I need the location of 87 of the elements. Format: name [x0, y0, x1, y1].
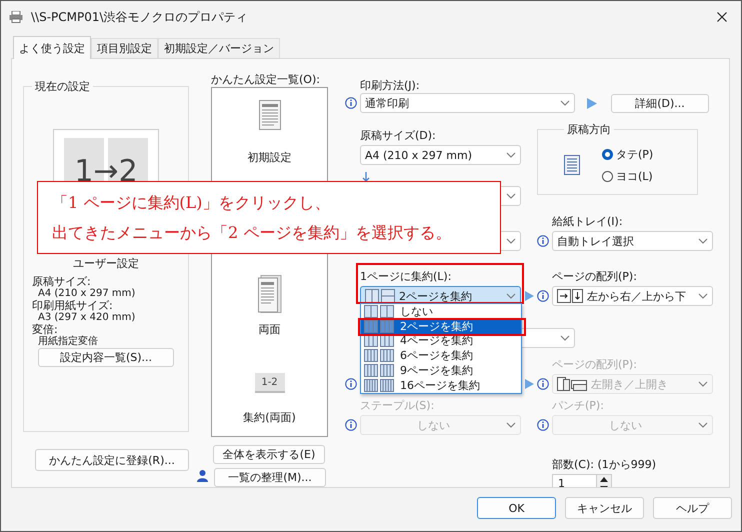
- chevron-icon: [698, 238, 708, 244]
- chevron-icon: [560, 100, 570, 106]
- tab[interactable]: よく使う設定: [13, 36, 91, 59]
- group-title: 現在の設定: [34, 80, 91, 93]
- detail-value: 用紙指定変倍: [37, 336, 99, 348]
- chevron-icon: [506, 422, 516, 428]
- field-label: 印刷方法(J):: [360, 79, 421, 92]
- tab[interactable]: 項目別設定: [91, 38, 158, 58]
- preview-caption: ユーザー設定: [72, 257, 140, 270]
- info-icon[interactable]: [345, 419, 357, 431]
- print-method-dropdown[interactable]: 通常印刷: [360, 93, 575, 113]
- dialog-button[interactable]: ヘルプ: [653, 497, 732, 519]
- preview-text: 1→2: [73, 154, 139, 190]
- info-icon[interactable]: [345, 97, 357, 109]
- show-all-button[interactable]: 全体を表示する(E): [213, 445, 325, 464]
- field-label: 給紙トレイ(I):: [552, 215, 624, 228]
- layout-icon: [364, 320, 394, 333]
- layout-icon: [364, 349, 394, 362]
- layout-icon: [364, 378, 394, 392]
- detail-label: 印刷用紙サイズ:: [32, 300, 114, 312]
- spin-up-icon[interactable]: [600, 477, 608, 482]
- menu-item[interactable]: 6ページを集約: [361, 348, 521, 364]
- easy-setting-item[interactable]: 両面: [258, 323, 280, 336]
- field-label: ページの配列(P):: [552, 358, 638, 371]
- field-label: ステープル(S):: [360, 399, 436, 412]
- details-button[interactable]: 詳細(D)...: [611, 94, 709, 112]
- settings-list-button[interactable]: 設定内容一覧(S)...: [38, 348, 174, 367]
- window-title: \\S-PCMP01\渋谷モノクロのプロパティ: [31, 8, 248, 26]
- paper-tray-dropdown[interactable]: 自動トレイ選択: [552, 231, 713, 251]
- field-label: 部数(C): (1から999): [552, 458, 658, 471]
- radio-label[interactable]: ヨコ(L): [616, 170, 653, 182]
- close-icon[interactable]: [717, 12, 727, 22]
- dialog-button[interactable]: キャンセル: [565, 497, 644, 519]
- detail-value: A3 (297 x 420 mm): [37, 312, 136, 324]
- field-label: 原稿サイズ(D):: [360, 129, 437, 142]
- stacked-pages-icon[interactable]: [258, 275, 282, 313]
- page-order-dropdown[interactable]: 左から右／上から下: [552, 286, 713, 306]
- chevron-icon: [506, 193, 516, 199]
- menu-item[interactable]: 9ページを集約: [361, 363, 521, 378]
- group-title: 原稿方向: [566, 123, 612, 136]
- chevron-icon: [698, 381, 708, 387]
- document-icon: [564, 155, 580, 175]
- chevron-icon: [506, 238, 516, 244]
- info-icon[interactable]: [537, 235, 549, 247]
- chevron-icon: [698, 422, 708, 428]
- menu-item[interactable]: 4ページを集約: [361, 334, 521, 348]
- tab[interactable]: 初期設定／バージョン: [158, 38, 280, 58]
- field-label: ページの配列(P):: [552, 270, 638, 283]
- layout-icon: [364, 334, 394, 348]
- radio-button[interactable]: [602, 170, 613, 182]
- info-icon[interactable]: [345, 378, 357, 390]
- dialog-button[interactable]: OK: [477, 497, 556, 519]
- menu-item[interactable]: 16ページを集約: [361, 378, 521, 393]
- organize-button[interactable]: 一覧の整理(M)...: [214, 468, 326, 487]
- easy-settings-label: かんたん設定一覧(O):: [211, 73, 321, 86]
- info-icon[interactable]: [537, 290, 549, 302]
- down-arrow-icon: [362, 172, 370, 182]
- radio-button[interactable]: [602, 148, 613, 160]
- page-layout-icon[interactable]: 1-2: [254, 373, 284, 393]
- radio-label[interactable]: タテ(P): [616, 148, 654, 160]
- layout-icon: [365, 289, 395, 303]
- chevron-icon: [506, 293, 516, 299]
- person-icon: [197, 470, 208, 482]
- info-icon[interactable]: [537, 378, 549, 390]
- field-label: パンチ(P):: [552, 399, 605, 412]
- instruction-text: 出てきたメニューから「2 ページを集約」を選択する。: [52, 222, 452, 242]
- easy-setting-item[interactable]: 集約(両面): [243, 411, 296, 424]
- document-icon[interactable]: [258, 100, 280, 130]
- chevron-icon: [560, 335, 570, 341]
- binding-icon: [557, 377, 587, 391]
- printer-icon: [9, 11, 23, 23]
- register-button[interactable]: かんたん設定に登録(R)...: [35, 449, 189, 471]
- layout-icon-text: 1-2: [261, 376, 278, 388]
- field-label: 1ページに集約(L):: [360, 270, 452, 283]
- original-size-dropdown[interactable]: A4 (210 x 297 mm): [360, 145, 521, 165]
- layout-icon: [364, 304, 394, 318]
- easy-setting-item[interactable]: 初期設定: [248, 151, 292, 164]
- info-icon[interactable]: [537, 419, 549, 431]
- chevron-icon: [506, 152, 516, 158]
- chevron-icon: [698, 293, 708, 299]
- detail-label: 変倍:: [32, 324, 58, 336]
- detail-label: 原稿サイズ:: [32, 276, 92, 288]
- instruction-text: 「1 ページに集約(L)」をクリックし、: [52, 192, 330, 212]
- menu-item[interactable]: しない: [361, 304, 521, 319]
- layout-icon: [364, 364, 394, 378]
- page-order-icon: [557, 289, 583, 303]
- detail-value: A4 (210 x 297 mm): [37, 288, 136, 300]
